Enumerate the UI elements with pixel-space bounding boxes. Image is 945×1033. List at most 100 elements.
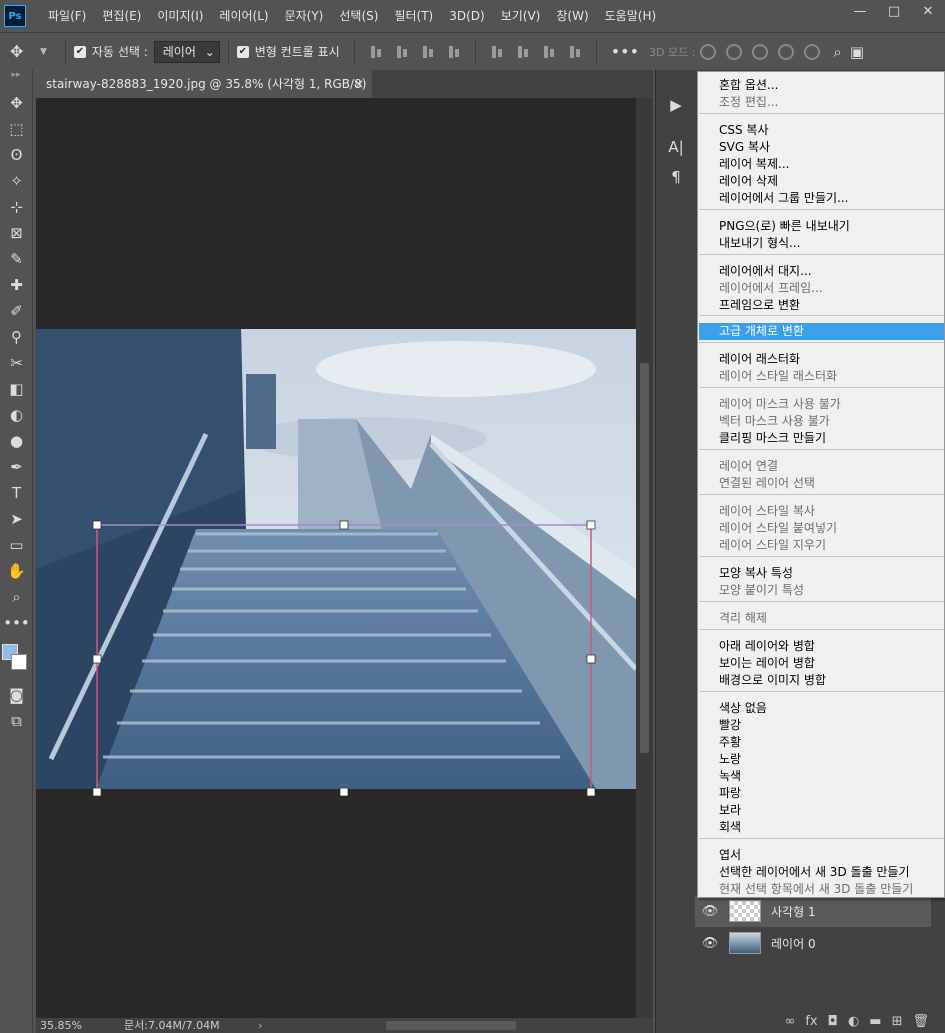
- play-icon[interactable]: ▶: [656, 90, 696, 120]
- menu-select[interactable]: 선택(S): [331, 0, 386, 32]
- tool-preset-caret-icon[interactable]: ▼: [40, 47, 47, 57]
- context-menu-item[interactable]: 레이어에서 대지...: [699, 263, 944, 280]
- context-menu-item[interactable]: 레이어에서 그룹 만들기...: [699, 190, 944, 207]
- menu-3d[interactable]: 3D(D): [441, 0, 492, 32]
- paint-bucket-tool-icon[interactable]: ◐: [0, 402, 33, 428]
- context-menu-item[interactable]: 노랑: [699, 751, 944, 768]
- context-menu-item[interactable]: 색상 없음: [699, 700, 944, 717]
- context-menu-item[interactable]: 클리핑 마스크 만들기: [699, 430, 944, 447]
- menu-image[interactable]: 이미지(I): [149, 0, 211, 32]
- clone-stamp-tool-icon[interactable]: ⚲: [0, 324, 33, 350]
- menu-filter[interactable]: 필터(T): [386, 0, 441, 32]
- pen-tool-icon[interactable]: ✒: [0, 454, 33, 480]
- context-menu-item[interactable]: 보이는 레이어 병합: [699, 655, 944, 672]
- context-menu-item[interactable]: 내보내기 형식...: [699, 235, 944, 252]
- search-icon[interactable]: ⌕: [833, 43, 841, 61]
- 3d-orbit-icon[interactable]: [700, 43, 717, 60]
- context-menu-item[interactable]: 회색: [699, 819, 944, 836]
- frame-tool-icon[interactable]: ⊠: [0, 220, 33, 246]
- context-menu-item[interactable]: PNG으(로) 빠른 내보내기: [699, 218, 944, 235]
- more-options-icon[interactable]: •••: [611, 42, 639, 61]
- visibility-eye-icon[interactable]: 👁: [695, 904, 725, 919]
- link-layers-icon[interactable]: ∞: [785, 1014, 796, 1029]
- delete-layer-icon[interactable]: 🗑: [912, 1014, 929, 1029]
- context-menu-item[interactable]: 프레임으로 변환: [699, 297, 944, 314]
- menu-layer[interactable]: 레이어(L): [211, 0, 276, 32]
- brush-tool-icon[interactable]: ✐: [0, 298, 33, 324]
- context-menu-item[interactable]: 빨강: [699, 717, 944, 734]
- workspace-icon[interactable]: ▣: [850, 43, 864, 61]
- marquee-tool-icon[interactable]: ⬚: [0, 116, 33, 142]
- menu-help[interactable]: 도움말(H): [597, 0, 665, 32]
- context-menu-item[interactable]: 엽서: [699, 847, 944, 864]
- type-tool-icon[interactable]: T: [0, 480, 33, 506]
- menu-type[interactable]: 문자(Y): [277, 0, 332, 32]
- character-panel-icon[interactable]: A|: [656, 132, 696, 162]
- horizontal-scroll-thumb[interactable]: [386, 1021, 516, 1030]
- 3d-camera-icon[interactable]: [804, 43, 821, 60]
- auto-select-checkbox[interactable]: ✔: [73, 45, 86, 58]
- visibility-eye-icon[interactable]: 👁: [695, 936, 725, 951]
- path-selection-tool-icon[interactable]: ➤: [0, 506, 33, 532]
- rectangle-tool-icon[interactable]: ▭: [0, 532, 33, 558]
- edit-toolbar-icon[interactable]: •••: [0, 610, 33, 636]
- vertical-scrollbar[interactable]: [636, 98, 653, 1018]
- context-menu-item[interactable]: 고급 개체로 변환: [699, 323, 944, 340]
- move-tool-icon[interactable]: ✥: [10, 42, 40, 61]
- blur-tool-icon[interactable]: ●: [0, 428, 33, 454]
- maximize-icon[interactable]: □: [877, 0, 911, 22]
- canvas-area[interactable]: [36, 98, 636, 1018]
- align-left-icon[interactable]: [368, 44, 384, 60]
- layer-style-icon[interactable]: fx: [805, 1014, 817, 1029]
- move-tool-icon[interactable]: ✥: [0, 90, 33, 116]
- context-menu-item[interactable]: 선택한 레이어에서 새 3D 돌출 만들기: [699, 864, 944, 881]
- context-menu-item[interactable]: 보라: [699, 802, 944, 819]
- align-hcenter-icon[interactable]: [394, 44, 410, 60]
- auto-select-dropdown[interactable]: 레이어 ⌄: [153, 40, 220, 63]
- magic-wand-tool-icon[interactable]: ✧: [0, 168, 33, 194]
- transform-controls-checkbox[interactable]: ✔: [236, 45, 249, 58]
- menu-file[interactable]: 파일(F): [40, 0, 94, 32]
- context-menu-item[interactable]: 녹색: [699, 768, 944, 785]
- layer-row-shape[interactable]: 👁 사각형 1: [695, 895, 931, 927]
- 3d-slide-icon[interactable]: [778, 43, 795, 60]
- close-icon[interactable]: ✕: [911, 0, 945, 22]
- 3d-roll-icon[interactable]: [726, 43, 743, 60]
- status-menu-arrow-icon[interactable]: ›: [258, 1018, 262, 1033]
- context-menu-item[interactable]: CSS 복사: [699, 122, 944, 139]
- eraser-tool-icon[interactable]: ◧: [0, 376, 33, 402]
- align-top-icon[interactable]: [489, 44, 505, 60]
- context-menu-item[interactable]: 레이어 복제...: [699, 156, 944, 173]
- context-menu-item[interactable]: 아래 레이어와 병합: [699, 638, 944, 655]
- context-menu-item[interactable]: 레이어 삭제: [699, 173, 944, 190]
- add-mask-icon[interactable]: ◘: [828, 1014, 838, 1029]
- zoom-tool-icon[interactable]: ⌕: [0, 584, 33, 610]
- minimize-icon[interactable]: —: [843, 0, 877, 22]
- context-menu-item[interactable]: 혼합 옵션...: [699, 77, 944, 94]
- paragraph-panel-icon[interactable]: ¶: [656, 162, 696, 192]
- layer-row-image[interactable]: 👁 레이어 0: [695, 927, 931, 959]
- screen-mode-icon[interactable]: ⧉: [0, 708, 33, 734]
- healing-brush-tool-icon[interactable]: ✚: [0, 272, 33, 298]
- context-menu-item[interactable]: 모양 복사 특성: [699, 565, 944, 582]
- eyedropper-tool-icon[interactable]: ✎: [0, 246, 33, 272]
- layer-name[interactable]: 사각형 1: [771, 903, 816, 920]
- align-vcenter-icon[interactable]: [515, 44, 531, 60]
- context-menu-item[interactable]: 주황: [699, 734, 944, 751]
- menu-edit[interactable]: 편집(E): [94, 0, 149, 32]
- 3d-pan-icon[interactable]: [752, 43, 769, 60]
- distribute-vertical-icon[interactable]: [567, 44, 583, 60]
- layer-name[interactable]: 레이어 0: [771, 935, 816, 952]
- transform-handles-bottom[interactable]: [36, 783, 636, 797]
- toolbar-collapse-icon[interactable]: ▸▸: [0, 70, 32, 90]
- lasso-tool-icon[interactable]: ʘ: [0, 142, 33, 168]
- align-bottom-icon[interactable]: [541, 44, 557, 60]
- context-menu-item[interactable]: 레이어 래스터화: [699, 351, 944, 368]
- new-layer-icon[interactable]: ⊞: [892, 1014, 903, 1029]
- history-brush-tool-icon[interactable]: ✂: [0, 350, 33, 376]
- align-right-icon[interactable]: [420, 44, 436, 60]
- adjustment-layer-icon[interactable]: ◐: [848, 1014, 859, 1029]
- crop-tool-icon[interactable]: ⊹: [0, 194, 33, 220]
- background-color-swatch[interactable]: [11, 654, 27, 670]
- document-image[interactable]: [36, 329, 636, 789]
